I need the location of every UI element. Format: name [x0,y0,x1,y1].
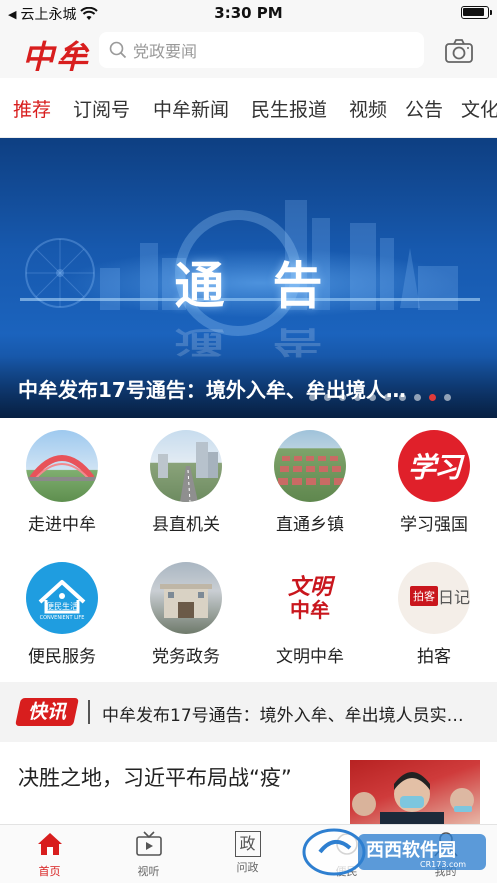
tab-zhongmu-news[interactable]: 中牟新闻 [153,95,229,122]
convenient-life-cn: 便民生活 [46,602,78,611]
watermark-brand: 西西软件园 [366,839,456,861]
carousel-dot[interactable] [324,394,331,401]
paike-text: 日记 [438,588,470,607]
tab-subscriptions[interactable]: 订阅号 [73,95,130,122]
wenming-zhongmu-icon: 文明 中牟 [274,562,346,634]
article-headline: 决胜之地，习近平布局战“疫” [18,766,292,790]
grid-item-paike[interactable]: 拍客 日记 拍客 [372,562,496,667]
carousel-dot[interactable] [354,394,361,401]
app-header: 中牟 党政要闻 [0,26,497,78]
hero-banner[interactable]: 通告 通告 中牟发布17号通告：境外入牟、牟出境人… [0,138,497,418]
xuexi-logo-text: 学习 [407,451,462,484]
nav-label: 问政 [236,861,259,874]
tv-icon [135,831,162,856]
grid-label: 便民服务 [28,647,96,667]
nav-label: 首页 [38,865,61,878]
nav-av[interactable]: 视听 [99,831,198,879]
tab-recommend[interactable]: 推荐 [13,95,51,122]
app-logo: 中牟 [22,38,91,76]
flash-badge-text: 快讯 [27,701,66,723]
carousel-dot[interactable] [444,394,451,401]
carousel-dot[interactable] [339,394,346,401]
paike-tag: 拍客 [410,586,438,606]
nav-home[interactable]: 首页 [0,831,99,879]
camera-icon[interactable] [444,38,474,64]
grid-label: 党务政务 [152,647,220,667]
tab-livelihood[interactable]: 民生报道 [251,95,327,122]
carousel-dot[interactable] [384,394,391,401]
carousel-dot[interactable] [429,394,436,401]
flash-news-bar[interactable]: 快讯 中牟发布17号通告：境外入牟、牟出境人员实… [0,682,497,742]
grid-label: 学习强国 [400,515,468,535]
zheng-icon: 政 [234,831,261,857]
city-street-photo-icon [150,430,222,502]
grid-item-zoujin[interactable]: 走进中牟 [0,430,124,535]
article-thumbnail [350,760,480,824]
flash-badge: 快讯 [15,698,79,726]
grid-item-towns[interactable]: 直通乡镇 [248,430,372,535]
grid-label: 县直机关 [152,515,220,535]
grid-item-party-affairs[interactable]: 党务政务 [124,562,248,667]
carousel-dot[interactable] [414,394,421,401]
service-grid: 走进中牟 县直机关 直通乡镇 学习 学习强国 便民生活 CONVENIENT L… [0,418,497,682]
watermark-logo: 西西软件园 CR173.com [302,828,486,876]
search-bar[interactable]: 党政要闻 [99,32,424,68]
convenient-life-icon: 便民生活 CONVENIENT LIFE [26,562,98,634]
tab-video[interactable]: 视频 [349,95,387,122]
news-list-item[interactable]: 决胜之地，习近平布局战“疫” [0,742,497,824]
grid-label: 文明中牟 [276,647,344,667]
village-aerial-photo-icon [274,430,346,502]
flash-divider [88,700,90,724]
grid-item-wenming[interactable]: 文明 中牟 文明中牟 [248,562,372,667]
government-building-photo-icon [150,562,222,634]
grid-label: 直通乡镇 [276,515,344,535]
grid-item-convenience[interactable]: 便民生活 CONVENIENT LIFE 便民服务 [0,562,124,667]
grid-label: 拍客 [417,647,451,667]
home-icon [37,833,62,855]
carousel-dot[interactable] [369,394,376,401]
tab-culture[interactable]: 文化 [461,95,497,122]
wenming-line1: 文明 [287,574,332,600]
grid-label: 走进中牟 [28,515,96,535]
search-placeholder: 党政要闻 [133,42,198,61]
carousel-indicator[interactable] [309,394,451,401]
banner-image-title: 通告 [174,257,371,315]
status-time: 3:30 PM [214,4,283,22]
watermark-url: CR173.com [420,860,466,869]
status-bar: ◀ 云上永城 3:30 PM [0,0,497,26]
carousel-dot[interactable] [399,394,406,401]
tab-announcements[interactable]: 公告 [405,95,443,122]
battery-icon [461,6,492,19]
carousel-dot[interactable] [309,394,316,401]
flash-news-text: 中牟发布17号通告：境外入牟、牟出境人员实… [102,706,464,726]
channel-tabs: 推荐 订阅号 中牟新闻 民生报道 视频 公告 文化 [0,78,497,138]
wenming-line2: 中牟 [290,598,330,622]
nav-inquiry[interactable]: 政 问政 [198,831,297,875]
grid-item-xuexi[interactable]: 学习 学习强国 [372,430,496,535]
nav-label: 视听 [137,865,160,878]
xuexi-logo-icon: 学习 [398,430,470,502]
grid-item-county-offices[interactable]: 县直机关 [124,430,248,535]
bridge-photo-icon [26,430,98,502]
convenient-life-en: CONVENIENT LIFE [39,615,85,621]
search-icon [109,41,127,59]
paike-diary-icon: 拍客 日记 [398,562,470,634]
